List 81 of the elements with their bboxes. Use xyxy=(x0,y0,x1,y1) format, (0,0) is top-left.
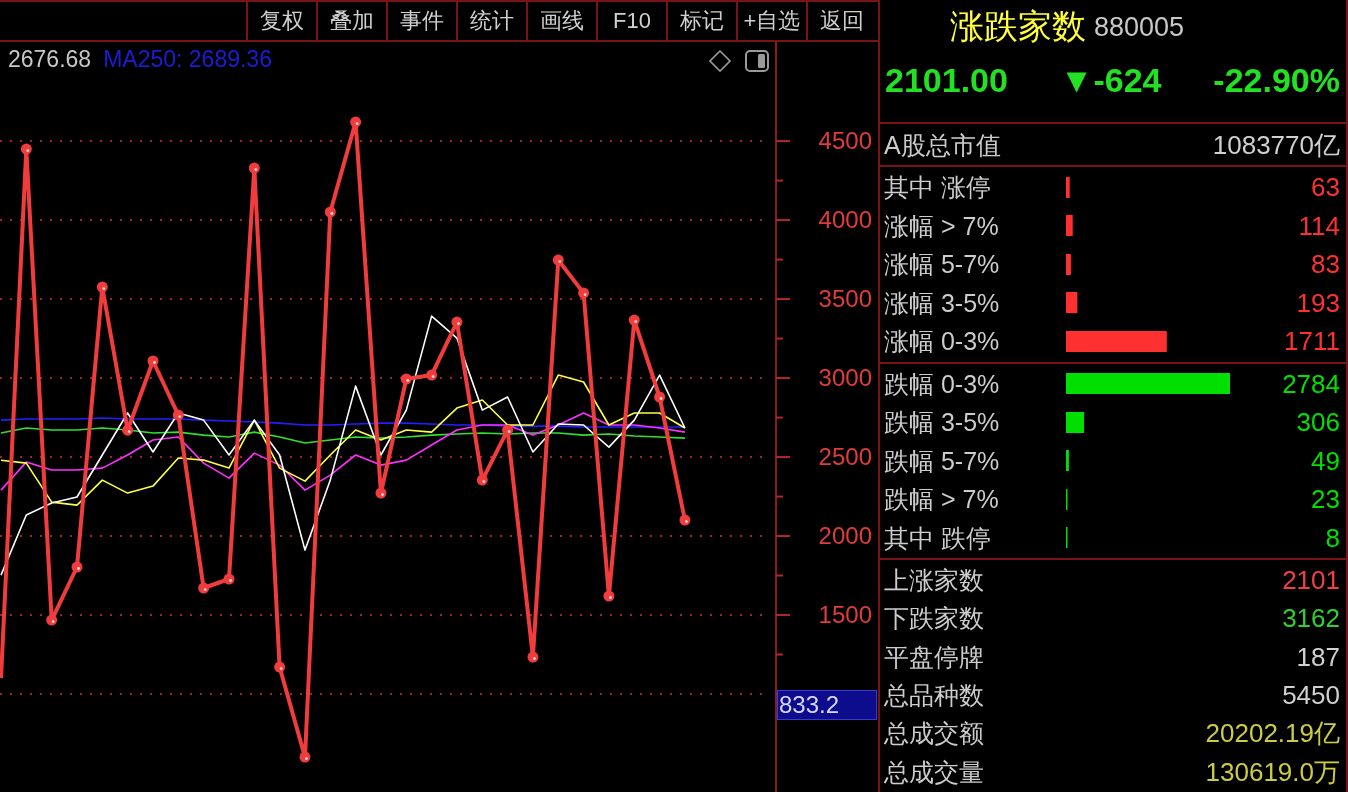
panel-toggle-icon[interactable] xyxy=(745,50,769,72)
point xyxy=(172,409,184,421)
row-value: 1083770亿 xyxy=(1212,129,1340,160)
row-count: 63 xyxy=(1310,172,1340,203)
legend-value: MA250: 2689.36 xyxy=(103,45,272,74)
point xyxy=(350,116,362,128)
toolbar-button[interactable]: F10 xyxy=(596,2,666,40)
row-value: 5450 xyxy=(1282,680,1340,711)
axis-label: 2500 xyxy=(817,443,872,472)
row-label: 涨幅 > 7% xyxy=(884,210,1000,241)
row-label: 平盘停牌 xyxy=(884,641,984,672)
row-count: 8 xyxy=(1324,522,1340,553)
toolbar-button[interactable]: 统计 xyxy=(456,2,526,40)
diamond-icon[interactable] xyxy=(709,50,731,72)
row-value: 20202.19亿 xyxy=(1205,718,1340,749)
row-count: 193 xyxy=(1295,287,1340,318)
point xyxy=(198,582,210,594)
point xyxy=(96,281,108,293)
row-label: 下跌家数 xyxy=(884,603,984,634)
point xyxy=(654,391,666,403)
row-value: 3162 xyxy=(1282,603,1340,634)
axis-label: 2000 xyxy=(817,522,872,551)
row-label: 涨幅 3-5% xyxy=(884,287,1001,318)
row-label: 涨幅 0-3% xyxy=(884,326,1001,357)
row-count: 23 xyxy=(1310,484,1340,515)
point xyxy=(20,143,32,155)
change-value: ▼-624 xyxy=(1059,60,1162,100)
change-percent: -22.90% xyxy=(1213,60,1340,100)
legend-value: 2676.68 xyxy=(8,45,92,74)
row-label: 跌幅 > 7% xyxy=(884,484,1000,515)
point xyxy=(122,424,134,436)
axis-label: 4500 xyxy=(817,127,872,156)
row-count: 114 xyxy=(1297,210,1340,241)
row-value: 187 xyxy=(1296,641,1340,672)
toolbar-button[interactable]: 画线 xyxy=(526,2,596,40)
row-label: 总成交量 xyxy=(884,756,984,787)
axis-label: 3500 xyxy=(817,285,872,314)
row-label: 跌幅 5-7% xyxy=(884,445,1001,476)
point xyxy=(451,316,463,328)
point xyxy=(400,373,412,385)
row-count: 49 xyxy=(1310,445,1340,476)
toolbar-button[interactable]: 叠加 xyxy=(316,2,386,40)
toolbar-button[interactable]: 事件 xyxy=(386,2,456,40)
toolbar-button[interactable]: +自选 xyxy=(736,2,806,40)
toolbar-button[interactable]: 返回 xyxy=(806,2,876,40)
index-code: 880005 xyxy=(1094,11,1185,44)
point xyxy=(628,314,640,326)
point xyxy=(502,424,514,436)
axis-value-tag: 833.2 xyxy=(777,690,877,720)
axis-label: 1500 xyxy=(817,601,872,630)
panel-title: 涨跌家数 xyxy=(950,6,1086,46)
toolbar-button[interactable]: 复权 xyxy=(246,2,316,40)
toolbar-button[interactable]: 标记 xyxy=(666,2,736,40)
point xyxy=(578,287,590,299)
row-label: 其中 跌停 xyxy=(884,522,992,553)
row-label: 上涨家数 xyxy=(884,565,984,596)
axis-label: 3000 xyxy=(817,364,872,393)
point xyxy=(679,514,691,526)
row-label: 跌幅 3-5% xyxy=(884,407,1001,438)
row-value: 130619.0万 xyxy=(1205,756,1340,787)
point xyxy=(476,474,488,486)
row-count: 83 xyxy=(1310,249,1340,280)
axis-label: 4000 xyxy=(817,206,872,235)
row-count: 306 xyxy=(1295,407,1340,438)
point xyxy=(46,614,58,626)
row-count: 1711 xyxy=(1283,326,1340,357)
row-label: A股总市值 xyxy=(884,129,1001,160)
row-label: 总成交额 xyxy=(884,718,984,749)
point xyxy=(603,590,615,602)
point xyxy=(248,162,260,174)
row-label: 其中 涨停 xyxy=(884,172,992,203)
index-value: 2101.00 xyxy=(885,60,1008,100)
point xyxy=(426,369,438,381)
row-count: 2784 xyxy=(1281,368,1340,399)
point xyxy=(324,206,336,218)
row-value: 2101 xyxy=(1282,565,1340,596)
row-label: 总品种数 xyxy=(884,680,984,711)
row-label: 跌幅 0-3% xyxy=(884,368,1001,399)
point xyxy=(552,254,564,266)
row-label: 涨幅 5-7% xyxy=(884,249,1001,280)
point xyxy=(274,661,286,673)
